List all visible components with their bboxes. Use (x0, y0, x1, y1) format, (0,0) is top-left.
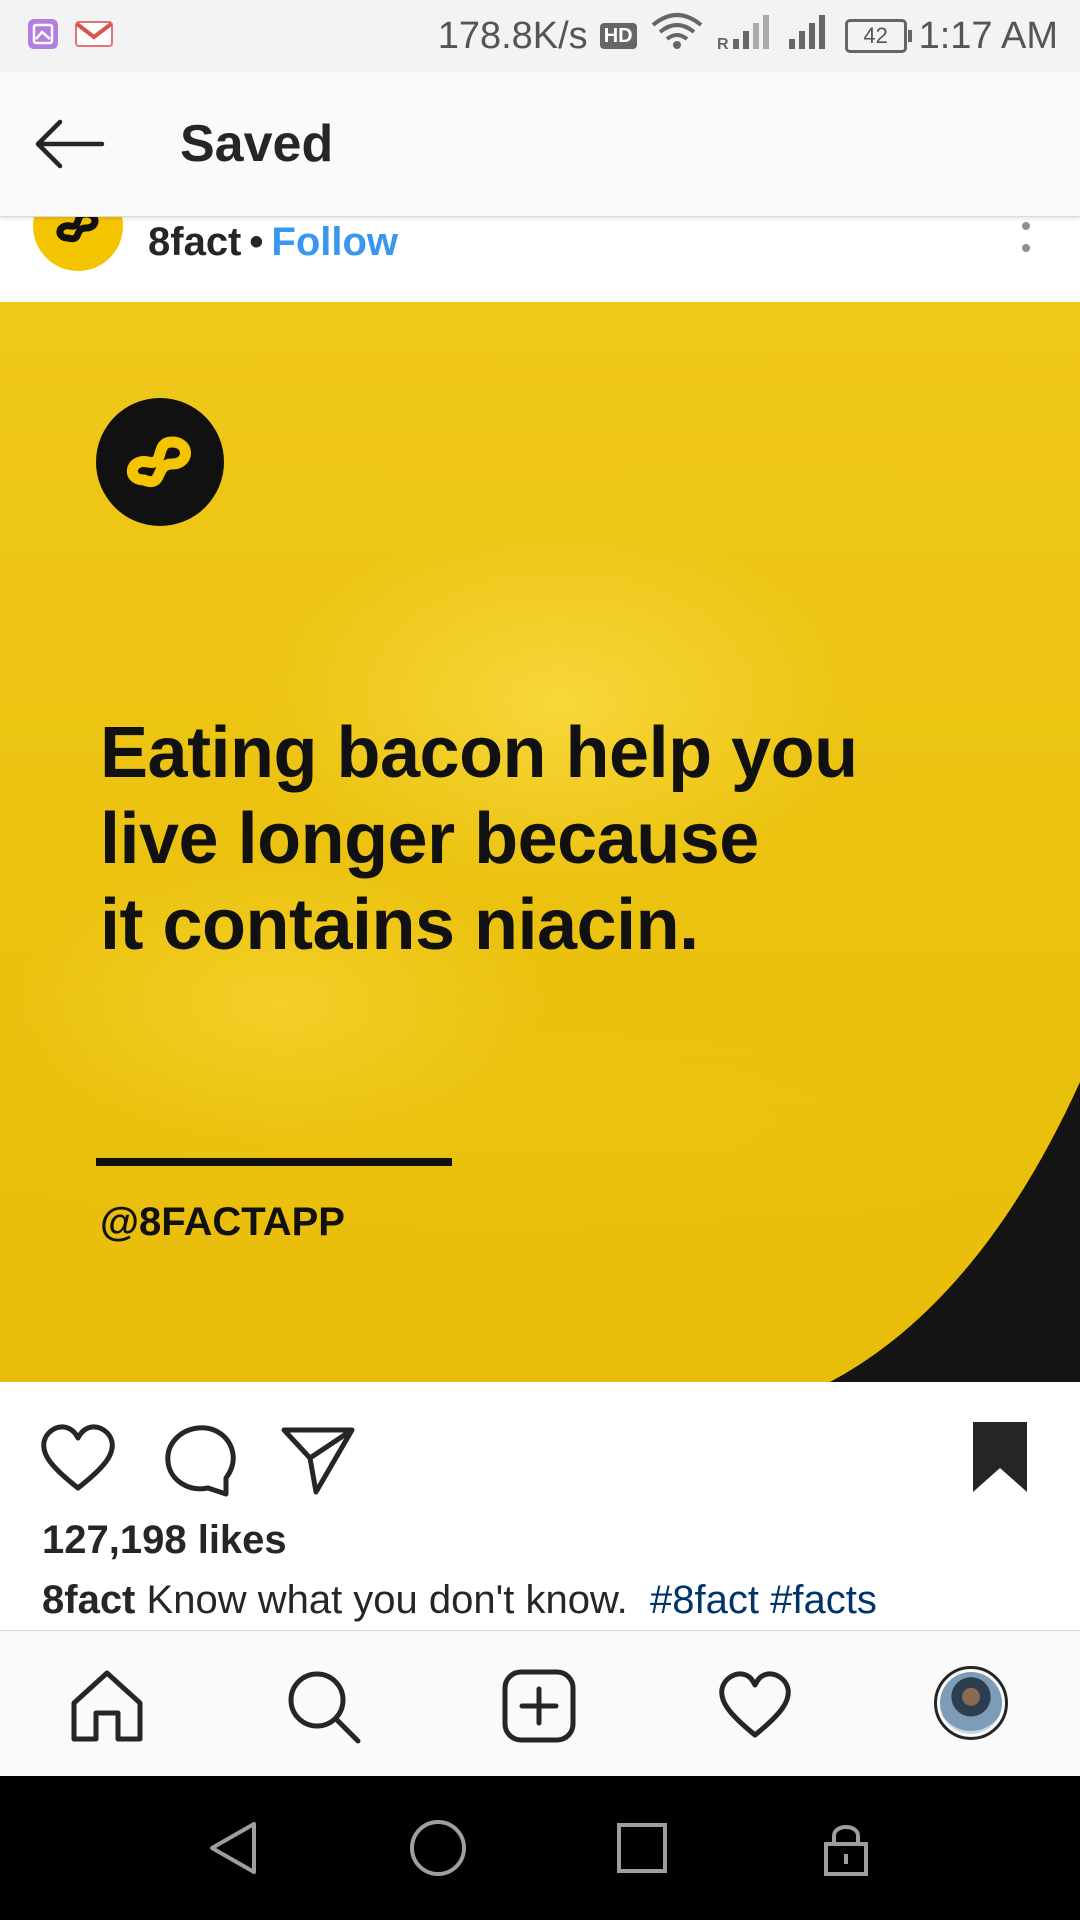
caption-text: Know what you don't know. (146, 1578, 628, 1622)
hashtag-8fact[interactable]: #8fact (650, 1578, 759, 1622)
gmail-icon (74, 19, 114, 54)
post-image[interactable]: Eating bacon help you live longer becaus… (0, 302, 1080, 1382)
add-post-icon[interactable] (500, 1667, 578, 1745)
heart-icon[interactable] (38, 1420, 118, 1500)
post-author-avatar[interactable] (33, 216, 123, 271)
post-username[interactable]: 8fact (148, 220, 241, 264)
post-actions (0, 1382, 1080, 1522)
back-triangle-icon[interactable] (204, 1818, 264, 1878)
hashtag-facts[interactable]: #facts (770, 1578, 877, 1622)
comment-icon[interactable] (160, 1420, 240, 1500)
activity-heart-icon[interactable] (716, 1667, 794, 1745)
follow-button[interactable]: Follow (271, 220, 398, 264)
caption-username[interactable]: 8fact (42, 1578, 135, 1622)
lock-icon[interactable] (816, 1818, 876, 1878)
image-handle: @8FACTAPP (100, 1200, 345, 1244)
likes-count[interactable]: 127,198 likes (42, 1518, 287, 1563)
separator-dot: • (249, 220, 264, 264)
home-icon[interactable] (68, 1667, 146, 1745)
wifi-icon (649, 11, 705, 61)
profile-avatar[interactable] (934, 1666, 1008, 1740)
brand-logo-icon (96, 398, 224, 526)
bottom-nav (0, 1630, 1080, 1777)
page-title: Saved (180, 115, 334, 173)
post-caption: 8fact Know what you don't know. #8fact #… (42, 1578, 877, 1623)
gallery-icon (26, 17, 60, 56)
profile-photo (940, 1672, 1002, 1734)
recents-square-icon[interactable] (612, 1818, 672, 1878)
hd-icon: HD (599, 23, 637, 49)
divider-line (96, 1158, 452, 1166)
battery-icon: 42 (844, 19, 912, 53)
more-options-icon[interactable] (1016, 220, 1036, 260)
back-arrow-icon[interactable] (30, 112, 110, 176)
bookmark-icon[interactable] (960, 1420, 1040, 1500)
fact-text: Eating bacon help you live longer becaus… (100, 713, 858, 965)
post-header: 8fact • Follow (0, 216, 1080, 303)
network-speed: 178.8K/s (437, 14, 588, 57)
top-bar: Saved (0, 72, 1080, 217)
signal-icon (785, 11, 833, 61)
svg-text:R: R (717, 36, 729, 51)
share-icon[interactable] (278, 1420, 358, 1500)
status-bar: 178.8K/s HD R 42 1:17 AM (0, 0, 1080, 72)
search-icon[interactable] (284, 1667, 362, 1745)
home-circle-icon[interactable] (408, 1818, 468, 1878)
system-nav-bar (0, 1776, 1080, 1920)
corner-decoration (830, 1082, 1080, 1382)
signal-r-icon: R (717, 11, 773, 61)
clock: 1:17 AM (918, 14, 1058, 57)
